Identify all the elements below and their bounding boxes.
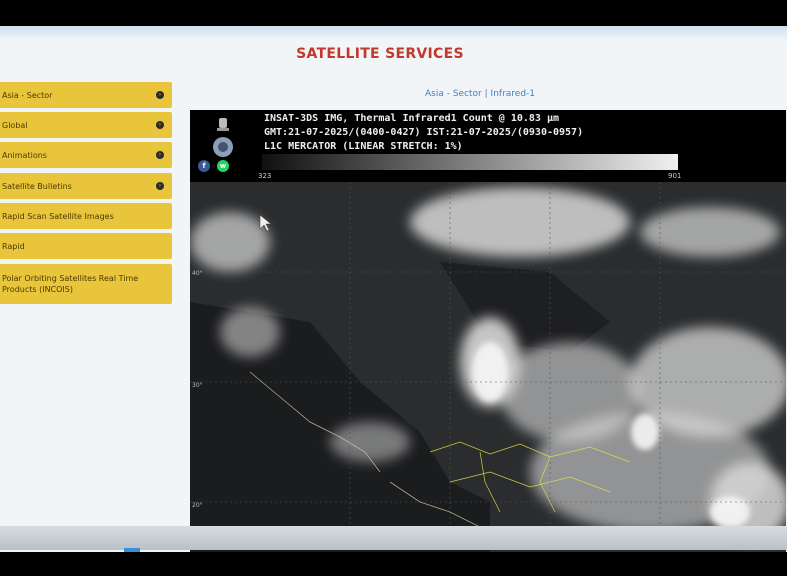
taskbar-app-button[interactable] bbox=[124, 548, 140, 552]
satellite-map-image bbox=[190, 182, 786, 552]
browser-top-bar bbox=[0, 26, 787, 38]
image-header: f w INSAT-3DS IMG, Thermal Infrared1 Cou… bbox=[190, 110, 786, 182]
sidebar-item-label: Rapid Scan Satellite Images bbox=[2, 211, 114, 221]
sidebar-item-polar-orbiting[interactable]: Polar Orbiting Satellites Real Time Prod… bbox=[0, 264, 172, 304]
sidebar-item-label: Global bbox=[2, 120, 28, 130]
color-scale-bar bbox=[262, 154, 678, 170]
sidebar-item-asia-sector[interactable]: Asia - Sector › bbox=[0, 82, 172, 108]
breadcrumb-separator: | bbox=[484, 89, 488, 99]
latitude-label: 40° bbox=[192, 270, 203, 277]
sidebar-item-label: Polar Orbiting Satellites Real Time Prod… bbox=[2, 274, 139, 294]
breadcrumb-product[interactable]: Infrared-1 bbox=[491, 89, 535, 99]
facebook-icon[interactable]: f bbox=[198, 160, 210, 172]
colorbar-max-label: 901 bbox=[668, 172, 682, 180]
taskbar bbox=[0, 526, 787, 550]
sidebar-item-label: Satellite Bulletins bbox=[2, 181, 72, 191]
sidebar-item-label: Animations bbox=[2, 150, 47, 160]
sidebar-item-animations[interactable]: Animations › bbox=[0, 142, 172, 168]
colorbar-min-label: 323 bbox=[258, 172, 272, 180]
browser-screen: SATELLITE SERVICES Asia - Sector › Globa… bbox=[0, 26, 787, 552]
chevron-right-icon: › bbox=[156, 121, 164, 129]
latitude-label: 20° bbox=[192, 502, 203, 509]
image-title-line2: GMT:21-07-2025/(0400-0427) IST:21-07-202… bbox=[264, 127, 584, 138]
sidebar-item-label: Asia - Sector bbox=[2, 90, 53, 100]
sidebar-item-rapid[interactable]: Rapid bbox=[0, 233, 172, 259]
breadcrumb-sector[interactable]: Asia - Sector bbox=[425, 89, 482, 99]
satellite-image-panel: f w INSAT-3DS IMG, Thermal Infrared1 Cou… bbox=[190, 110, 786, 552]
page-title: SATELLITE SERVICES bbox=[296, 46, 464, 62]
sidebar-item-satellite-bulletins[interactable]: Satellite Bulletins › bbox=[0, 173, 172, 199]
sidebar-item-rapid-scan[interactable]: Rapid Scan Satellite Images bbox=[0, 203, 172, 229]
chevron-right-icon: › bbox=[156, 182, 164, 190]
image-title-line3: L1C MERCATOR (LINEAR STRETCH: 1%) bbox=[264, 141, 463, 152]
logo-icon bbox=[213, 137, 233, 157]
emblem-icon bbox=[217, 118, 229, 131]
sidebar-item-global[interactable]: Global › bbox=[0, 112, 172, 138]
whatsapp-icon[interactable]: w bbox=[217, 160, 229, 172]
chevron-right-icon: › bbox=[156, 151, 164, 159]
latitude-label: 30° bbox=[192, 382, 203, 389]
image-title-line1: INSAT-3DS IMG, Thermal Infrared1 Count @… bbox=[264, 113, 560, 124]
breadcrumb: Asia - Sector | Infrared-1 bbox=[380, 89, 580, 99]
sidebar-item-label: Rapid bbox=[2, 241, 25, 251]
chevron-right-icon: › bbox=[156, 91, 164, 99]
